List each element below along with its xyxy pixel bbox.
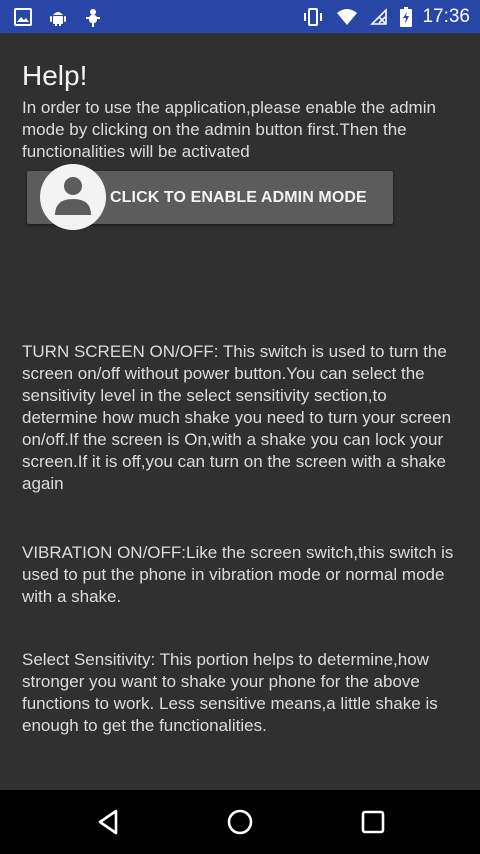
status-right-icons: 17:36	[290, 6, 470, 28]
vibrate-icon	[302, 7, 324, 27]
back-icon[interactable]	[92, 806, 124, 838]
bug-icon	[84, 7, 102, 27]
recents-icon[interactable]	[357, 806, 389, 838]
status-left-icons	[14, 7, 118, 27]
help-screen: Help! In order to use the application,pl…	[0, 33, 480, 790]
enable-admin-button-label[interactable]: CLICK TO ENABLE ADMIN MODE	[110, 189, 367, 207]
status-time: 17:36	[422, 5, 470, 27]
image-icon	[14, 7, 32, 26]
no-signal-icon	[370, 7, 388, 26]
navigation-bar	[0, 790, 480, 854]
wifi-icon	[336, 8, 358, 26]
vibration-switch-description: VIBRATION ON/OFF:Like the screen switch,…	[22, 543, 454, 606]
home-icon[interactable]	[224, 806, 256, 838]
person-icon[interactable]	[40, 164, 106, 230]
android-icon	[48, 7, 68, 27]
battery-charging-icon	[400, 6, 413, 27]
screen-switch-description: TURN SCREEN ON/OFF: This switch is used …	[22, 342, 452, 493]
page-title: Help!	[22, 60, 88, 91]
intro-text: In order to use the application,please e…	[22, 98, 436, 161]
status-bar: 17:36	[0, 0, 480, 33]
sensitivity-description: Select Sensitivity: This portion helps t…	[22, 650, 438, 735]
